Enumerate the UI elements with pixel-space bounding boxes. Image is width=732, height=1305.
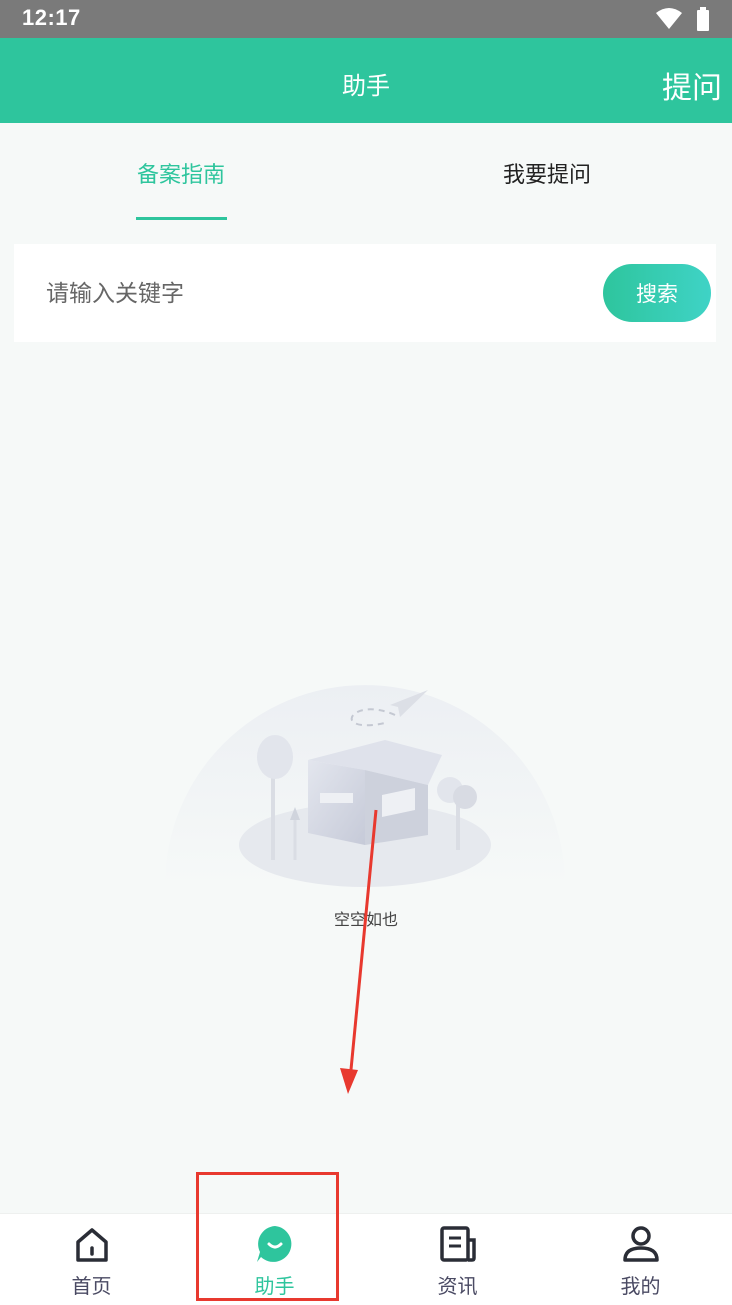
nav-label-news: 资讯 [437,1274,478,1298]
nav-item-assistant[interactable]: 助手 [183,1214,366,1305]
assistant-chat-icon [256,1226,291,1262]
nav-label-profile: 我的 [620,1274,661,1298]
home-icon [75,1228,108,1262]
active-tab-indicator [136,217,227,220]
nav-item-home[interactable]: 首页 [0,1214,183,1305]
search-button[interactable]: 搜索 [603,264,711,322]
nav-item-profile[interactable]: 我的 [549,1214,732,1305]
tab-filing-guide[interactable]: 备案指南 [137,157,225,189]
nav-label-home: 首页 [71,1274,112,1298]
app-header: 助手 提问 [0,38,732,123]
battery-icon [697,7,709,31]
empty-box-illustration [165,685,565,887]
tab-ask-question[interactable]: 我要提问 [503,157,591,189]
status-icons [656,7,710,31]
search-input[interactable] [44,266,588,322]
status-bar: 12:17 [0,0,732,38]
nav-label-assistant: 助手 [254,1274,295,1298]
tab-bar: 备案指南 我要提问 [0,123,732,220]
empty-state-text: 空空如也 [333,910,398,929]
ask-question-button[interactable]: 提问 [662,63,722,107]
search-bar: 搜索 [14,244,716,342]
nav-item-news[interactable]: 资讯 [366,1214,549,1305]
bottom-nav: 首页 助手 资讯 我的 [0,1213,732,1305]
page-title: 助手 [342,72,390,100]
wifi-icon [656,8,682,29]
user-icon [622,1226,659,1262]
status-time: 12:17 [22,5,81,30]
news-icon [439,1226,476,1262]
